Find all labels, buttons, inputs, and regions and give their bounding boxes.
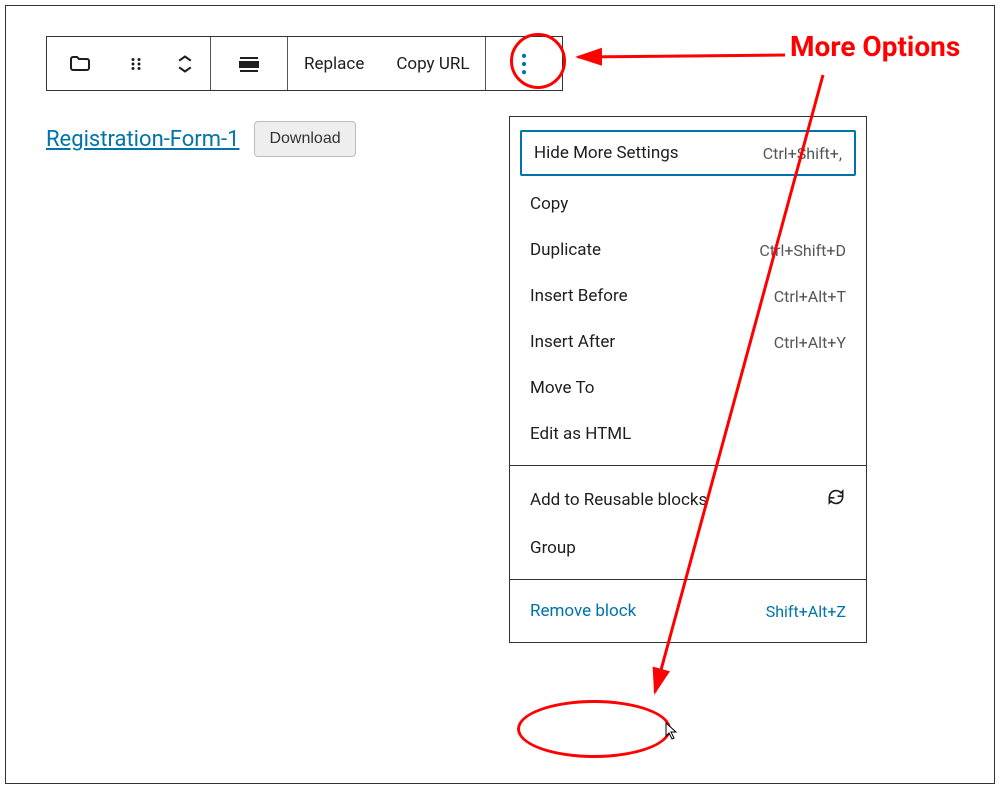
editor-frame: Replace Copy URL Registration-Form-1 Dow… (5, 5, 995, 784)
align-icon (237, 52, 261, 76)
chevron-down-icon (176, 64, 194, 74)
menu-item-hide-more-settings[interactable]: Hide More Settings Ctrl+Shift+, (520, 130, 856, 176)
menu-item-duplicate[interactable]: Duplicate Ctrl+Shift+D (510, 227, 866, 273)
menu-item-label: Duplicate (530, 240, 601, 260)
menu-item-shortcut: Ctrl+Shift+, (763, 144, 842, 163)
annotation-more-options-label: More Options (790, 30, 960, 63)
menu-item-insert-before[interactable]: Insert Before Ctrl+Alt+T (510, 273, 866, 319)
align-button[interactable] (211, 37, 287, 90)
file-block: Registration-Form-1 Download (46, 121, 356, 157)
menu-item-edit-html[interactable]: Edit as HTML (510, 411, 866, 457)
chevron-up-icon (176, 54, 194, 64)
menu-item-label: Move To (530, 378, 594, 398)
drag-handle-button[interactable] (113, 37, 159, 90)
toolbar-group-actions: Replace Copy URL (288, 37, 486, 90)
folder-button[interactable] (47, 37, 113, 90)
file-link[interactable]: Registration-Form-1 (46, 127, 239, 152)
menu-item-copy[interactable]: Copy (510, 181, 866, 227)
block-toolbar: Replace Copy URL (46, 36, 563, 91)
menu-item-group[interactable]: Group (510, 525, 866, 571)
menu-section-3: Remove block Shift+Alt+Z (510, 580, 866, 642)
menu-section-2: Add to Reusable blocks Group (510, 466, 866, 580)
menu-item-label: Group (530, 538, 576, 558)
toolbar-group-more (486, 37, 562, 90)
menu-item-label: Insert After (530, 332, 615, 352)
copy-url-button[interactable]: Copy URL (380, 37, 485, 90)
folder-icon (68, 52, 92, 76)
menu-item-label: Add to Reusable blocks (530, 490, 707, 510)
more-options-button[interactable] (486, 37, 562, 90)
replace-button[interactable]: Replace (288, 37, 380, 90)
menu-item-insert-after[interactable]: Insert After Ctrl+Alt+Y (510, 319, 866, 365)
more-options-menu: Hide More Settings Ctrl+Shift+, Copy Dup… (509, 116, 867, 643)
menu-item-label: Remove block (530, 601, 636, 621)
more-vertical-icon (510, 50, 538, 78)
menu-item-label: Hide More Settings (534, 143, 679, 163)
menu-section-1: Hide More Settings Ctrl+Shift+, Copy Dup… (510, 117, 866, 466)
menu-item-label: Insert Before (530, 286, 628, 306)
menu-item-move-to[interactable]: Move To (510, 365, 866, 411)
drag-handle-icon (127, 55, 145, 73)
move-up-down-button[interactable] (159, 37, 210, 90)
menu-item-shortcut: Ctrl+Shift+D (759, 241, 846, 260)
download-button[interactable]: Download (254, 121, 355, 157)
toolbar-group-block (47, 37, 211, 90)
menu-item-shortcut: Shift+Alt+Z (766, 602, 846, 621)
menu-item-label: Edit as HTML (530, 424, 631, 444)
menu-item-shortcut: Ctrl+Alt+Y (774, 333, 846, 352)
toolbar-group-align (211, 37, 288, 90)
menu-item-add-reusable[interactable]: Add to Reusable blocks (510, 474, 866, 525)
menu-item-shortcut: Ctrl+Alt+T (774, 287, 846, 306)
menu-item-remove-block[interactable]: Remove block Shift+Alt+Z (510, 588, 866, 634)
reusable-icon (826, 487, 846, 512)
menu-item-label: Copy (530, 194, 568, 214)
